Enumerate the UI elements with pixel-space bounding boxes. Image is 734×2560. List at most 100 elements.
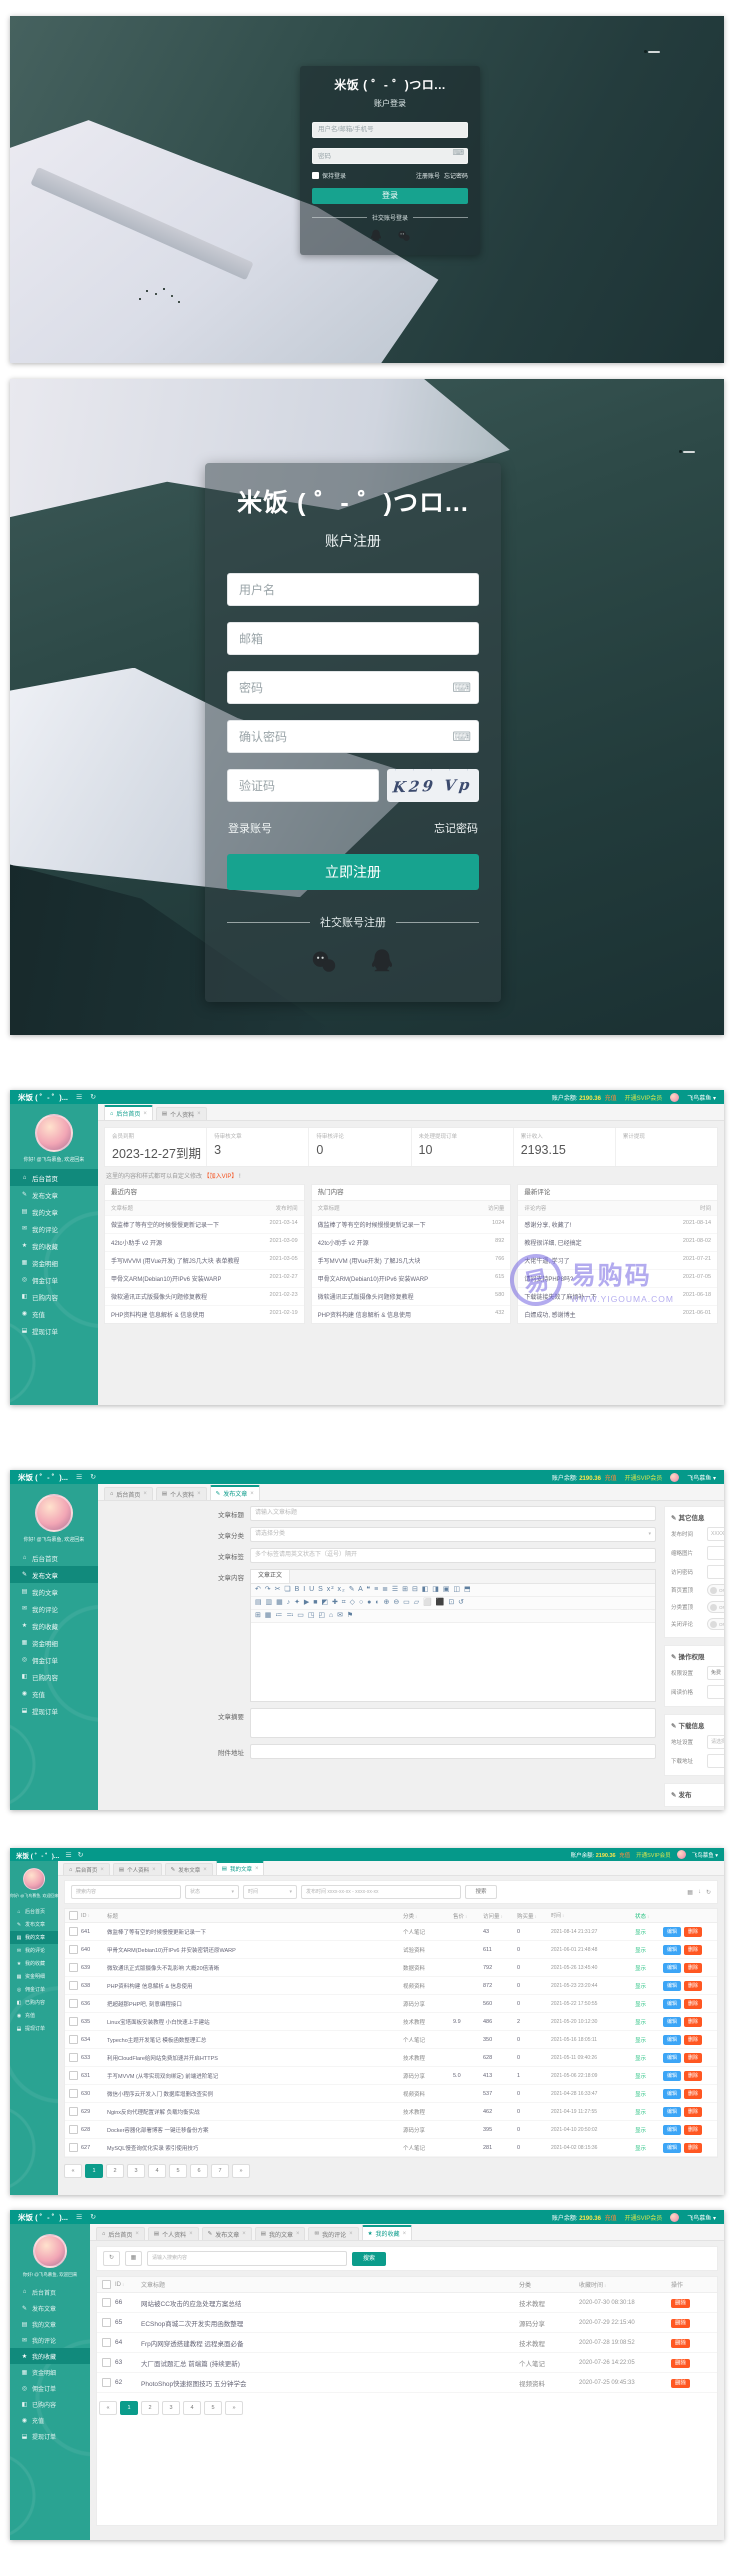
sidebar-menu-item[interactable]: ⌂ 后台首页: [10, 1905, 58, 1918]
article-title[interactable]: 甲骨文ARM(Debian10)开IPv6 安装WARP: [111, 1274, 221, 1283]
row-checkbox[interactable]: [69, 2089, 78, 2098]
tab[interactable]: ⌂ 后台首页 ×: [96, 2227, 145, 2240]
delete-button[interactable]: 删除: [684, 2107, 702, 2117]
delete-button[interactable]: 删除: [684, 2089, 702, 2099]
sidebar-menu-item[interactable]: ◉ 充值: [10, 1305, 98, 1322]
select-all-checkbox[interactable]: [69, 1911, 78, 1920]
edit-button[interactable]: 编辑: [663, 1945, 681, 1955]
editor-toolbar-row[interactable]: ▤ ▥ ▦ ♪ ✦ ▶ ■ ◩ ✚ ⌗ ◇ ○ ● ◐ ⊕ ⊖ ▭ ▱ ⬜ ⬛ …: [251, 1597, 655, 1610]
user-avatar[interactable]: [670, 1473, 679, 1482]
sidebar-menu-item[interactable]: ✉ 我的评论: [10, 1944, 58, 1957]
sidebar-menu-item[interactable]: ◉ 充值: [10, 2009, 58, 2022]
sidebar-menu-item[interactable]: ⬓ 提现订单: [10, 1322, 98, 1339]
panel-row[interactable]: 请问支持PHP8吗? 2021-07-05: [518, 1269, 717, 1287]
username-input[interactable]: [312, 122, 468, 138]
article-title[interactable]: 微软通讯正式版摄像头问题修复教程: [318, 1292, 414, 1301]
article-title[interactable]: 手写MVVM (用Vue开发) 了解JS几大块 表单教程: [111, 1256, 239, 1265]
sidebar-menu-item[interactable]: ✉ 我的评论: [10, 2332, 90, 2348]
page-button[interactable]: 7: [211, 2164, 229, 2178]
tab[interactable]: ✉ 我的评论 ×: [308, 2227, 358, 2240]
sidebar-avatar[interactable]: [35, 1494, 73, 1532]
page-button[interactable]: »: [232, 2164, 250, 2178]
article-title[interactable]: 做监棒了等有空的时候慢慢更新记录一下: [111, 1220, 219, 1229]
edit-button[interactable]: 编辑: [663, 1999, 681, 2009]
brand-logo[interactable]: 米饭 ( ゜- ゜)...: [16, 1850, 59, 1860]
wechat-icon[interactable]: [310, 948, 338, 976]
sidebar-menu-item[interactable]: ⌂ 后台首页: [10, 1169, 98, 1186]
vip-link[interactable]: 开通SVIP会员: [625, 1093, 663, 1102]
panel-row[interactable]: 做监棒了等有空的时候慢慢更新记录一下 2021-03-14: [105, 1215, 304, 1233]
page-button[interactable]: «: [64, 2164, 82, 2178]
article-title[interactable]: 甲骨文ARM(Debian10)开IPv6 安装WARP: [318, 1274, 428, 1283]
panel-row[interactable]: 手写MVVM (用Vue开发) 了解JS几大块 766: [312, 1251, 511, 1269]
panel-row[interactable]: PHP资料构建 信息解析 & 信息使用 432: [312, 1305, 511, 1323]
panel-row[interactable]: PHP资料构建 信息解析 & 信息使用 2021-02-19: [105, 1305, 304, 1323]
edit-button[interactable]: 编辑: [663, 1981, 681, 1991]
download-url-input[interactable]: [707, 1754, 724, 1768]
page-button[interactable]: 2: [141, 2401, 159, 2415]
tab[interactable]: ✎ 发布文章 ×: [202, 2227, 252, 2240]
panel-row[interactable]: 做监棒了等有空的时候慢慢更新记录一下 1024: [312, 1215, 511, 1233]
row-checkbox[interactable]: [102, 2358, 111, 2367]
search-input[interactable]: 搜索内容: [71, 1885, 181, 1899]
tab-close-icon[interactable]: ×: [189, 2231, 193, 2237]
recharge-link[interactable]: 充值: [605, 2216, 617, 2222]
article-title[interactable]: 做监棒了等有空的时候慢慢更新记录一下: [107, 1928, 403, 1936]
row-checkbox[interactable]: [69, 1999, 78, 2008]
s idebar-menu-item[interactable]: ⬓ 提现订单: [10, 1702, 98, 1719]
user-avatar[interactable]: [670, 2213, 679, 2222]
s idebar-menu-item[interactable]: ✉ 我的评论: [10, 1600, 98, 1617]
category-select[interactable]: 请选择分类 ▾: [250, 1527, 656, 1542]
recharge-link[interactable]: 充值: [619, 1853, 630, 1859]
forgot-password-link[interactable]: 忘记密码: [444, 171, 468, 180]
edit-button[interactable]: 编辑: [663, 2053, 681, 2063]
menu-fold-icon[interactable]: ☰: [76, 1473, 82, 1481]
delete-button[interactable]: 删除: [684, 1999, 702, 2009]
row-checkbox[interactable]: [69, 2071, 78, 2080]
comment-text[interactable]: 教程很详细, 已经搞定: [524, 1238, 581, 1247]
tab-close-icon[interactable]: ×: [143, 1111, 147, 1117]
sort-icon[interactable]: ↕: [501, 1914, 503, 1919]
delete-button[interactable]: 删除: [671, 2339, 690, 2348]
page-button[interactable]: 2: [106, 2164, 124, 2178]
s idebar-menu-item[interactable]: ⌂ 后台首页: [10, 1549, 98, 1566]
tab-close-icon[interactable]: ×: [143, 1491, 147, 1497]
sidebar-menu-item[interactable]: ◎ 佣金订单: [10, 2380, 90, 2396]
sidebar-menu-item[interactable]: ◎ 佣金订单: [10, 1983, 58, 1996]
delete-button[interactable]: 删除: [684, 2125, 702, 2135]
user-menu[interactable]: 飞鸟慕鱼 ▾: [687, 1093, 716, 1102]
tab[interactable]: ✎ 发布文章 ×: [210, 1485, 260, 1500]
edit-button[interactable]: 编辑: [663, 2017, 681, 2027]
status-filter-select[interactable]: 状态 ▾: [185, 1885, 239, 1899]
time-filter-select[interactable]: 时间 ▾: [243, 1885, 297, 1899]
panel-row[interactable]: 下载链接失效了麻烦补一下 2021-06-18: [518, 1287, 717, 1305]
favorite-title[interactable]: PhotoShop快速抠图技巧 五分钟学会: [141, 2378, 519, 2388]
captcha-image[interactable]: K29 Vp: [387, 769, 479, 802]
panel-row[interactable]: 白嫖成功, 感谢博主 2021-06-01: [518, 1305, 717, 1323]
row-checkbox[interactable]: [69, 1945, 78, 1954]
sidebar-menu-item[interactable]: ⌂ 后台首页: [10, 2284, 90, 2300]
comment-text[interactable]: 下载链接失效了麻烦补一下: [524, 1292, 596, 1301]
user-avatar[interactable]: [670, 1093, 679, 1102]
home-top-toggle[interactable]: OFF: [707, 1584, 724, 1596]
article-title[interactable]: Docker容器化部署博客 一键迁移备份方案: [107, 2126, 403, 2134]
article-title[interactable]: 手写MVVM (从零实现双向绑定) 前端进阶笔记: [107, 2072, 403, 2080]
row-checkbox[interactable]: [69, 2035, 78, 2044]
panel-row[interactable]: 甲骨文ARM(Debian10)开IPv6 安装WARP 2021-02-27: [105, 1269, 304, 1287]
sort-icon[interactable]: ↕: [122, 2282, 124, 2287]
s idebar-menu-item[interactable]: ✎ 发布文章: [10, 1566, 98, 1583]
delete-button[interactable]: 删除: [684, 1981, 702, 1991]
register-link[interactable]: 注册账号: [416, 171, 440, 180]
edit-button[interactable]: 编辑: [663, 2143, 681, 2153]
publish-time-input[interactable]: XXXX-XX-XX XX:XX:XX: [707, 1527, 724, 1541]
article-title[interactable]: MySQL慢查询优化实录 索引使用技巧: [107, 2144, 403, 2152]
article-title[interactable]: 42tc小助手 v2 开源: [318, 1238, 369, 1247]
menu-fold-icon[interactable]: ☰: [76, 2213, 82, 2221]
article-title[interactable]: 利用CloudFlare给网站免费加速并开启HTTPS: [107, 2054, 403, 2062]
excerpt-textarea[interactable]: [250, 1708, 656, 1738]
row-checkbox[interactable]: [69, 1927, 78, 1936]
search-button[interactable]: 搜索: [465, 1885, 497, 1899]
row-checkbox[interactable]: [102, 2338, 111, 2347]
refresh-icon[interactable]: ↻: [90, 2213, 96, 2221]
sidebar-menu-item[interactable]: ✉ 我的评论: [10, 1220, 98, 1237]
